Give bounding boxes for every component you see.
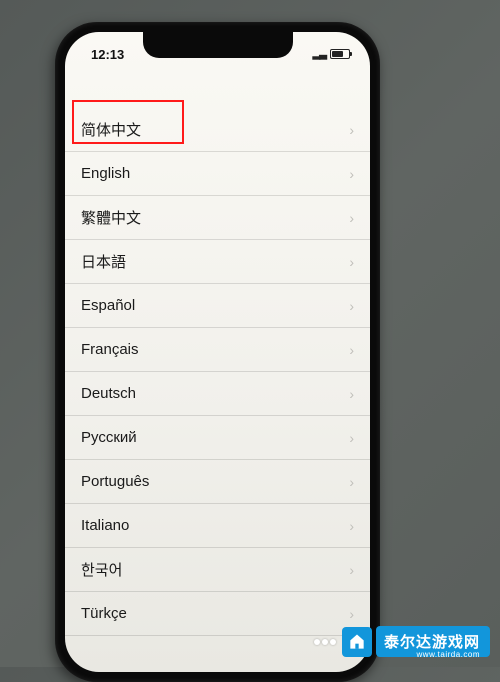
language-row-french[interactable]: Français › [65, 328, 370, 372]
language-label: 繁體中文 [81, 207, 141, 228]
chevron-right-icon: › [349, 518, 354, 534]
phone-screen: 12:13 ▂▃ 简体中文 › English › 繁體中 [65, 32, 370, 672]
language-label: Français [81, 341, 139, 358]
chevron-right-icon: › [349, 430, 354, 446]
language-label: Português [81, 473, 149, 490]
language-row-russian[interactable]: Русский › [65, 416, 370, 460]
language-row-korean[interactable]: 한국어 › [65, 548, 370, 592]
phone-notch [143, 32, 293, 58]
language-row-english[interactable]: English › [65, 152, 370, 196]
chevron-right-icon: › [349, 254, 354, 270]
status-right: ▂▃ [313, 49, 350, 60]
status-time: 12:13 [91, 47, 124, 62]
signal-icon: ▂▃ [313, 49, 326, 60]
annotation-highlight-box [72, 100, 184, 144]
language-row-spanish[interactable]: Español › [65, 284, 370, 328]
language-label: Italiano [81, 517, 129, 534]
language-label: 日本語 [81, 251, 126, 272]
language-label: Türkçe [81, 605, 127, 622]
chevron-right-icon: › [349, 342, 354, 358]
chevron-right-icon: › [349, 210, 354, 226]
chevron-right-icon: › [349, 122, 354, 138]
chevron-right-icon: › [349, 386, 354, 402]
language-row-portuguese[interactable]: Português › [65, 460, 370, 504]
phone-frame: 12:13 ▂▃ 简体中文 › English › 繁體中 [55, 22, 380, 682]
watermark: 泰尔达游戏网 www.tairda.com [314, 626, 490, 657]
language-label: Español [81, 297, 135, 314]
language-label: Deutsch [81, 385, 136, 402]
language-row-german[interactable]: Deutsch › [65, 372, 370, 416]
chevron-right-icon: › [349, 298, 354, 314]
language-label: 한국어 [81, 559, 122, 580]
language-row-japanese[interactable]: 日本語 › [65, 240, 370, 284]
language-setup-content: 简体中文 › English › 繁體中文 › 日本語 › Español [65, 68, 370, 636]
language-label: English [81, 165, 130, 182]
chevron-right-icon: › [349, 562, 354, 578]
language-list: 简体中文 › English › 繁體中文 › 日本語 › Español [65, 108, 370, 636]
chevron-right-icon: › [349, 166, 354, 182]
watermark-url: www.tairda.com [417, 650, 480, 659]
battery-fill [332, 51, 343, 57]
chevron-right-icon: › [349, 606, 354, 622]
language-row-italian[interactable]: Italiano › [65, 504, 370, 548]
watermark-logo-icon [342, 627, 372, 657]
watermark-dots-icon [314, 639, 336, 645]
language-row-traditional-chinese[interactable]: 繁體中文 › [65, 196, 370, 240]
battery-icon [330, 49, 350, 59]
language-label: Русский [81, 429, 137, 446]
chevron-right-icon: › [349, 474, 354, 490]
